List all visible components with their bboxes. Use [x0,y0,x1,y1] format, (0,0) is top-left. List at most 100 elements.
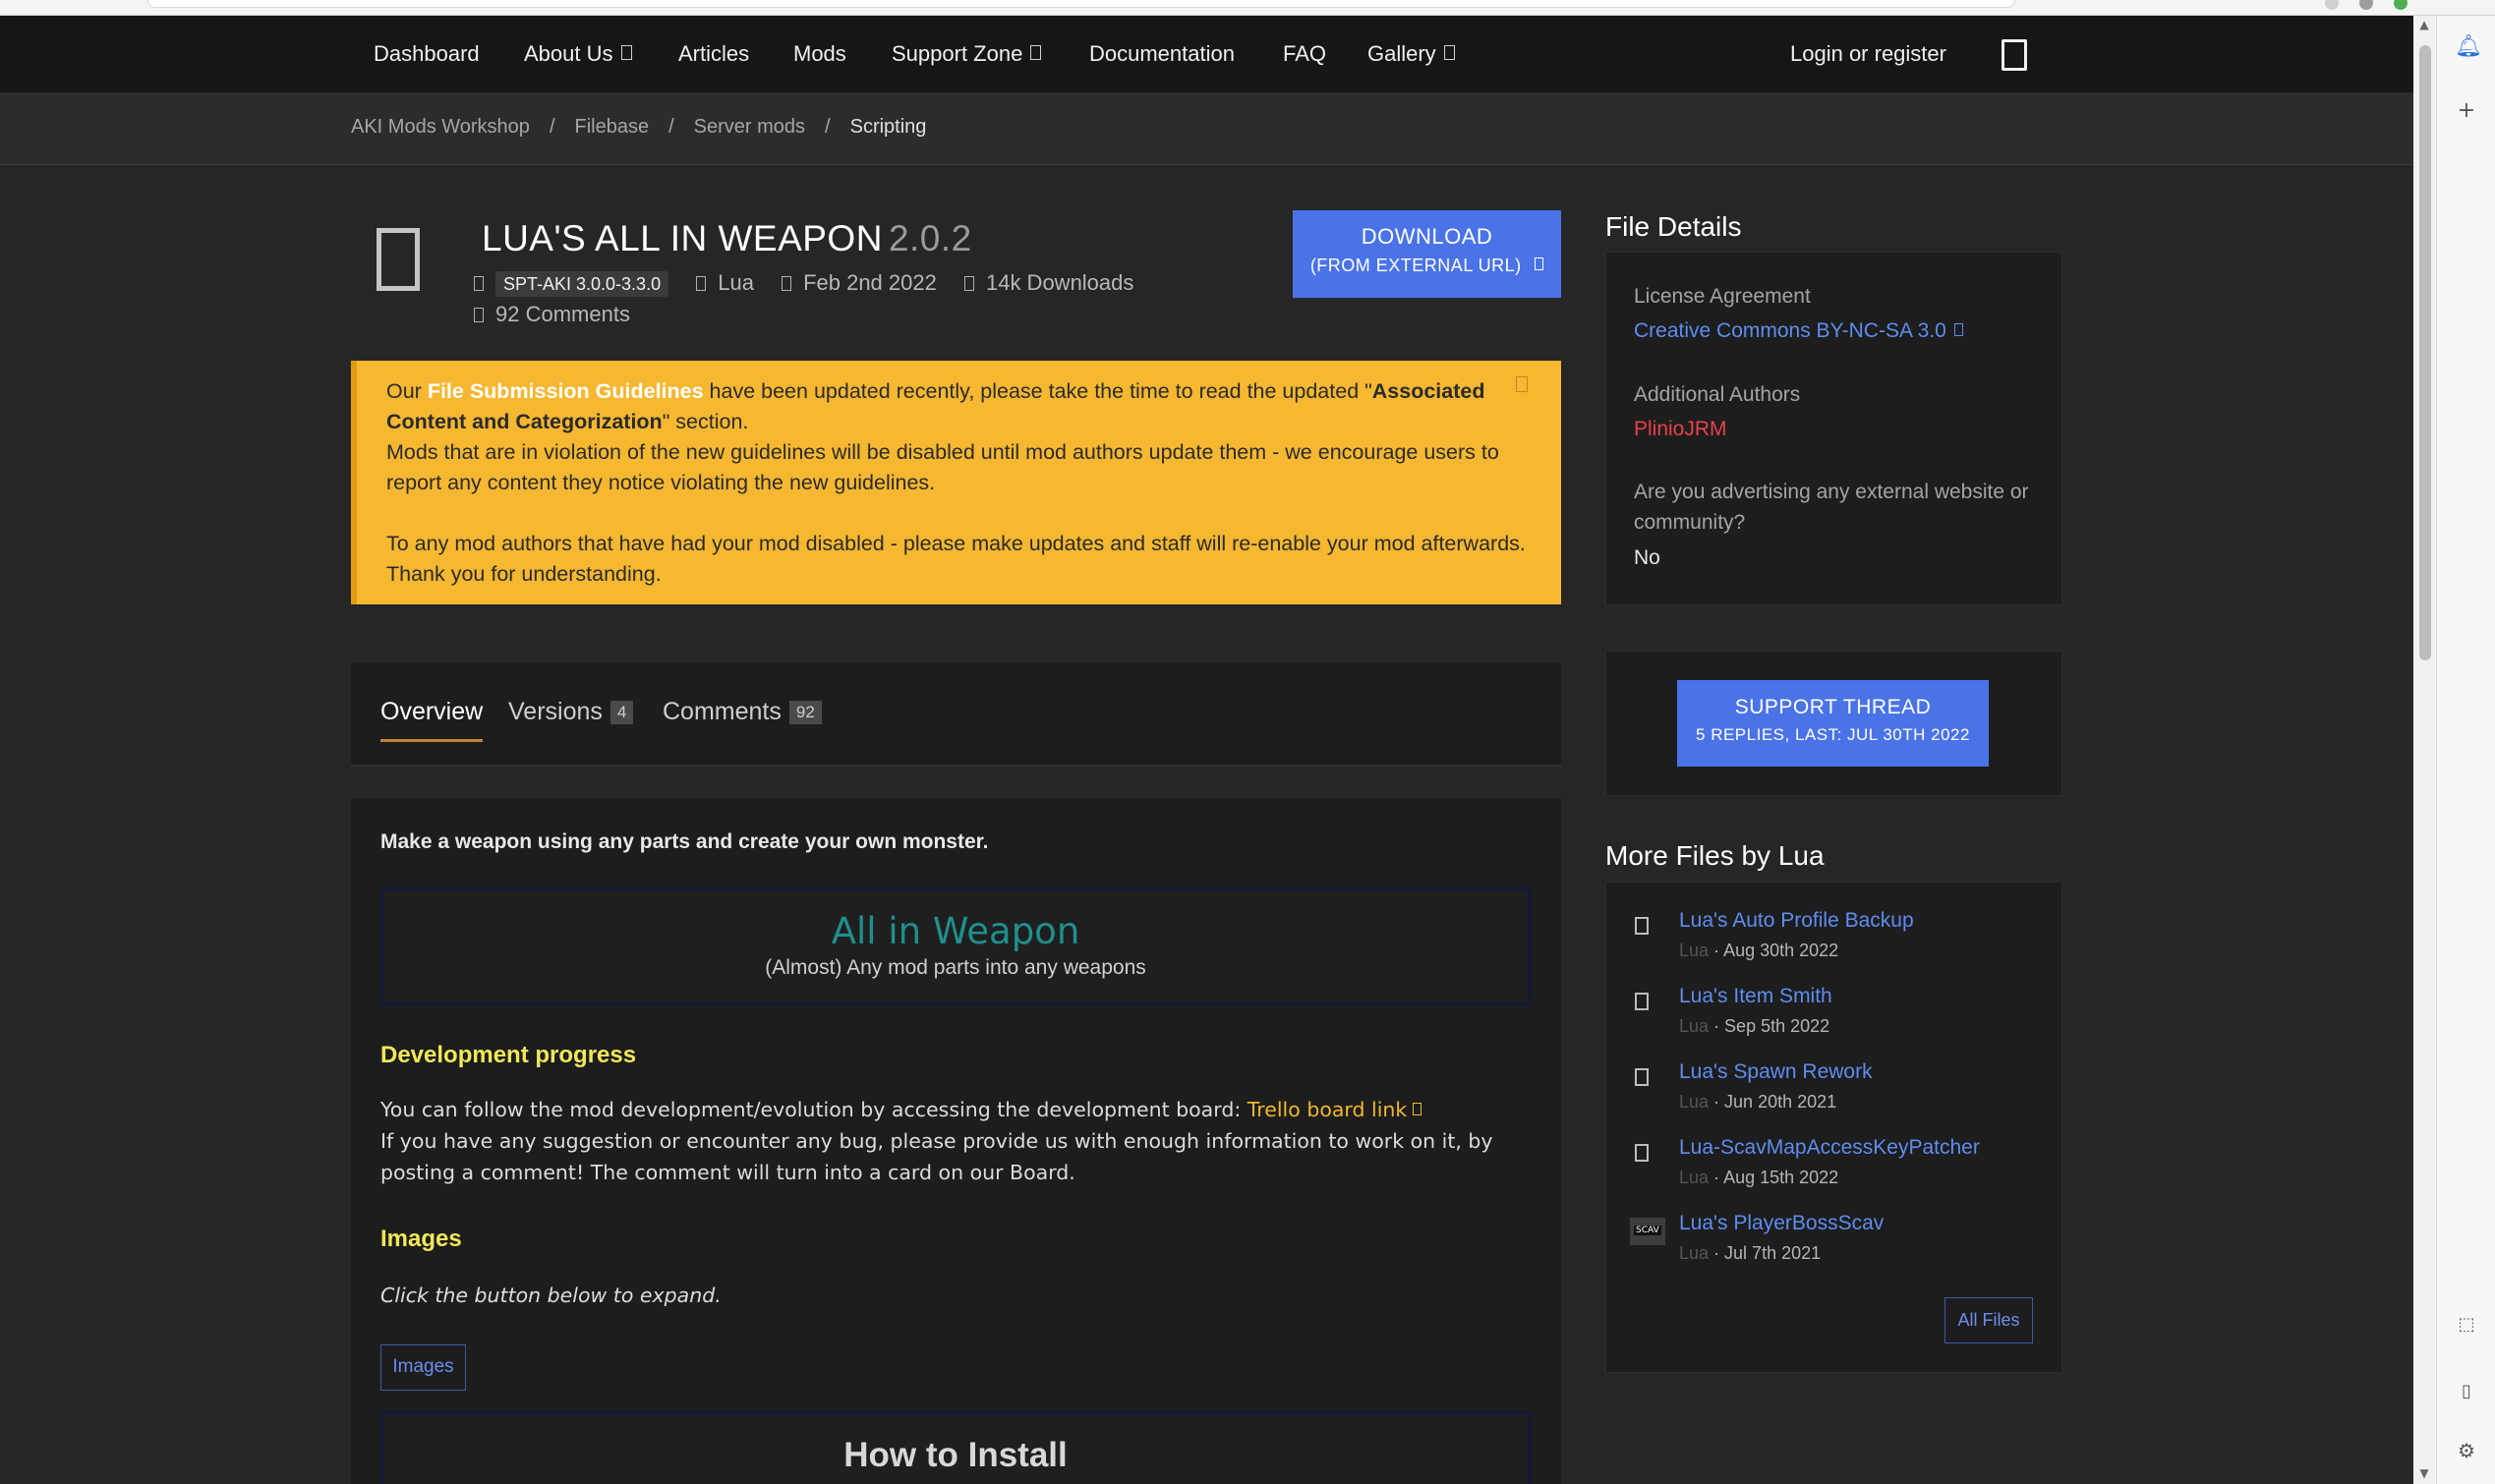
nav-gallery[interactable]: Gallery [1367,31,1455,77]
scroll-down-icon[interactable]: ▼ [2416,1466,2432,1480]
file-link[interactable]: Lua's Auto Profile Backup [1679,909,1914,933]
sidebar-toggle-icon[interactable]: ▯ [2455,1380,2478,1403]
notice-banner: Our File Submission Guidelines have been… [351,361,1561,604]
file-meta: SPT-AKI 3.0.0-3.3.0 Lua Feb 2nd 2022 14k… [474,270,1134,297]
tab-comments[interactable]: Comments 92 [663,698,822,726]
install-section: How to Install [380,1411,1531,1484]
file-author[interactable]: Lua [1679,1092,1709,1112]
file-author[interactable]: Lua [1679,1016,1709,1036]
file-date: Jun 20th 2021 [1724,1092,1837,1112]
screenshot-icon[interactable]: ⬚ [2455,1313,2478,1337]
content-tabs: Overview Versions 4 Comments 92 [351,662,1561,767]
nav-label: About Us [524,41,613,66]
all-files-button[interactable]: All Files [1944,1297,2033,1343]
file-date: Feb 2nd 2022 [803,270,937,295]
file-version: 2.0.2 [888,218,972,258]
nav-support-zone[interactable]: Support Zone [892,31,1042,77]
banner-subtitle: (Almost) Any mod parts into any weapons [765,956,1146,979]
support-label: SUPPORT THREAD [1734,696,1932,718]
user-menu-icon[interactable] [2002,39,2027,71]
address-bar[interactable] [147,0,2015,8]
tab-badge: 92 [788,701,822,724]
file-meta: Lua · Aug 15th 2022 [1679,1168,1839,1187]
nav-faq[interactable]: FAQ [1283,31,1326,77]
more-files-heading: More Files by Lua [1605,840,1825,871]
file-meta: Lua · Jul 7th 2021 [1679,1243,1822,1263]
page-title: LUA'S ALL IN WEAPON 2.0.2 [482,218,972,259]
file-link[interactable]: Lua's Spawn Rework [1679,1060,1873,1084]
download-icon [963,276,974,291]
browser-top-bar [0,0,2495,16]
download-button[interactable]: DOWNLOAD (FROM EXTERNAL URL) [1293,210,1561,298]
breadcrumb-link[interactable]: Filebase [575,116,650,139]
file-date: Aug 30th 2022 [1723,941,1839,960]
close-icon[interactable] [1516,376,1528,392]
nav-about-us[interactable]: About Us [524,31,632,77]
chevron-down-icon [1443,45,1455,60]
tab-label: Comments [663,698,782,725]
notice-paragraph: Our File Submission Guidelines have been… [386,376,1532,437]
version-tag[interactable]: SPT-AKI 3.0.0-3.3.0 [495,271,669,297]
file-link[interactable]: Lua-ScavMapAccessKeyPatcher [1679,1136,1980,1160]
file-meta: Lua · Jun 20th 2021 [1679,1092,1837,1112]
user-icon [696,276,707,291]
dev-text-intro: You can follow the mod development/evolu… [380,1098,1248,1121]
plus-icon[interactable]: + [2455,99,2478,123]
author-link[interactable]: PlinioJRM [1634,418,1727,441]
extension-icon[interactable] [2394,0,2408,10]
tab-versions[interactable]: Versions 4 [508,698,634,726]
gear-icon[interactable]: ⚙ [2455,1439,2478,1462]
login-link[interactable]: Login or register [1790,31,1946,77]
images-heading: Images [380,1226,462,1252]
tab-overview[interactable]: Overview [380,698,484,742]
notice-paragraph: To any mod authors that have had your mo… [386,532,1526,586]
breadcrumb-link[interactable]: AKI Mods Workshop [351,116,530,139]
trello-link[interactable]: Trello board link [1248,1098,1408,1121]
scroll-up-icon[interactable]: ▲ [2416,18,2432,31]
tab-badge: 4 [609,701,634,724]
nav-mods[interactable]: Mods [793,31,846,77]
thumbnail-label: SCAV [1634,1226,1661,1235]
download-count: 14k Downloads [985,270,1134,295]
chevron-down-icon [620,45,632,60]
nav-documentation[interactable]: Documentation [1089,31,1235,77]
external-link-icon [1413,1103,1422,1115]
file-icon [1635,1144,1649,1162]
extension-icon[interactable] [2359,0,2373,10]
install-title: How to Install [843,1436,1068,1474]
file-author[interactable]: Lua [1679,1168,1709,1187]
file-link[interactable]: Lua's Item Smith [1679,985,1832,1008]
breadcrumb-link[interactable]: Server mods [694,116,805,139]
dev-heading: Development progress [380,1042,637,1068]
dev-text-body: If you have any suggestion or encounter … [380,1129,1493,1184]
tab-label: Overview [380,698,484,725]
file-link[interactable]: Lua's PlayerBossScav [1679,1212,1884,1235]
browser-sidebar: 🔔︎ + ⬚ ▯ ⚙ [2436,16,2495,1484]
breadcrumb-current: Scripting [849,116,927,138]
images-expand-button[interactable]: Images [380,1344,466,1391]
author-link[interactable]: Lua [718,270,754,295]
notice-paragraph: Mods that are in violation of the new gu… [386,440,1499,494]
nav-articles[interactable]: Articles [678,31,749,77]
file-date: Jul 7th 2021 [1724,1243,1822,1263]
notice-text: have been updated recently, please take … [703,379,1372,403]
scrollbar-thumb[interactable] [2419,45,2431,660]
main-nav: Dashboard About Us Articles Mods Support… [0,16,2413,92]
license-link[interactable]: Creative Commons BY-NC-SA 3.0 [1634,319,1963,343]
guidelines-link[interactable]: File Submission Guidelines [428,379,704,403]
support-sublabel: 5 REPLIES, LAST: JUL 30TH 2022 [1696,725,1970,744]
breadcrumb: AKI Mods Workshop / Filebase / Server mo… [0,92,2413,165]
nav-dashboard[interactable]: Dashboard [374,31,480,77]
support-thread-button[interactable]: SUPPORT THREAD 5 REPLIES, LAST: JUL 30TH… [1677,680,1989,767]
file-author[interactable]: Lua [1679,941,1709,960]
lead-text: Make a weapon using any parts and create… [380,830,989,853]
file-author[interactable]: Lua [1679,1243,1709,1263]
banner-title: All in Weapon [831,910,1080,952]
bell-icon[interactable]: 🔔︎ [2455,35,2482,59]
file-title: LUA'S ALL IN WEAPON [482,218,883,258]
comment-count-row[interactable]: 92 Comments [474,302,630,327]
extension-icon[interactable] [2325,0,2339,10]
mod-banner: All in Weapon (Almost) Any mod parts int… [380,887,1531,1005]
tab-label: Versions [508,698,603,725]
authors-label: Additional Authors [1634,383,1801,406]
